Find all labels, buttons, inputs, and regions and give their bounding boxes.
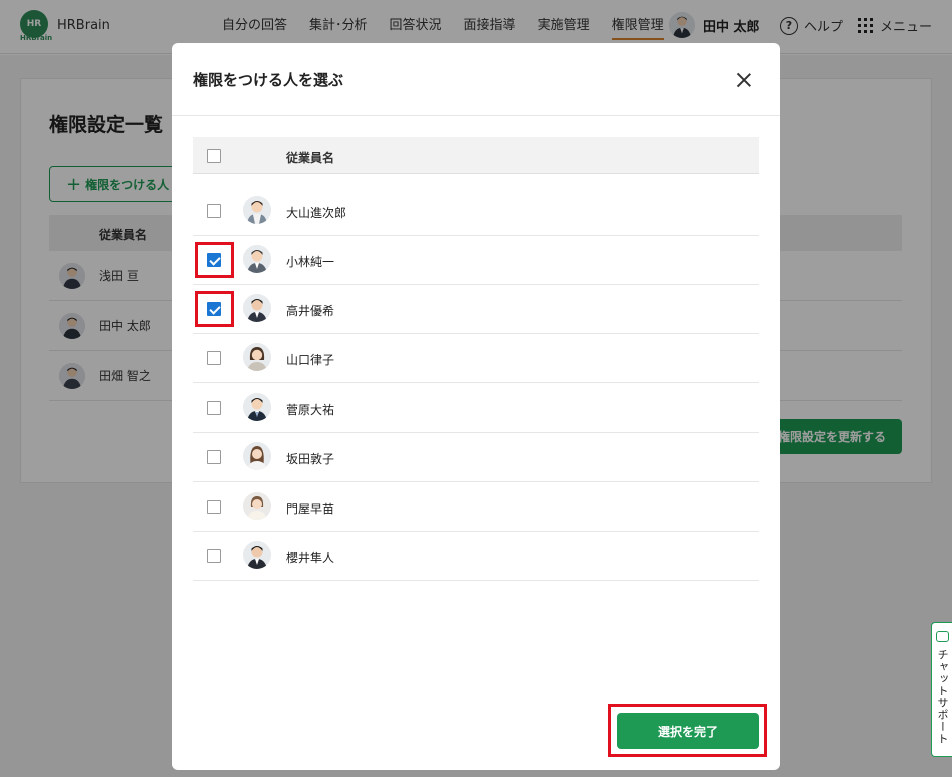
avatar bbox=[243, 196, 271, 224]
employee-name: 菅原大祐 bbox=[286, 403, 335, 417]
avatar bbox=[243, 245, 271, 273]
highlight-checkbox-kobayashi bbox=[195, 242, 234, 278]
select-all-checkbox[interactable] bbox=[207, 149, 221, 163]
list-item[interactable]: 小林純一 bbox=[193, 236, 759, 285]
chat-support-label: チャットサポート bbox=[936, 649, 949, 745]
avatar bbox=[243, 294, 271, 322]
employee-checkbox[interactable] bbox=[207, 204, 221, 218]
highlight-complete-button bbox=[608, 704, 767, 757]
list-item[interactable]: 菅原大祐 bbox=[193, 384, 759, 433]
avatar bbox=[243, 393, 271, 421]
select-permission-users-modal: 権限をつける人を選ぶ 従業員名 大山進次郎 小林純一 高井優希 山口律子 菅原大… bbox=[172, 43, 780, 770]
employee-checkbox[interactable] bbox=[207, 401, 221, 415]
employee-checkbox[interactable] bbox=[207, 450, 221, 464]
avatar bbox=[243, 541, 271, 569]
list-item[interactable]: 櫻井隼人 bbox=[193, 532, 759, 581]
employee-checkbox[interactable] bbox=[207, 549, 221, 563]
list-item[interactable]: 門屋早苗 bbox=[193, 483, 759, 532]
employee-checkbox[interactable] bbox=[207, 500, 221, 514]
modal-header: 権限をつける人を選ぶ bbox=[172, 43, 780, 116]
modal-title: 権限をつける人を選ぶ bbox=[193, 71, 344, 89]
list-item[interactable]: 山口律子 bbox=[193, 334, 759, 383]
avatar bbox=[243, 343, 271, 371]
employee-name: 大山進次郎 bbox=[286, 206, 347, 220]
employee-name: 坂田敦子 bbox=[286, 452, 335, 466]
list-item[interactable]: 大山進次郎 bbox=[193, 187, 759, 236]
chat-support-tab[interactable]: チャットサポート bbox=[931, 622, 952, 757]
employee-name: 小林純一 bbox=[286, 255, 335, 269]
avatar bbox=[243, 492, 271, 520]
list-item[interactable]: 高井優希 bbox=[193, 285, 759, 334]
employee-name: 高井優希 bbox=[286, 304, 335, 318]
employee-name: 門屋早苗 bbox=[286, 502, 335, 516]
list-item[interactable]: 坂田敦子 bbox=[193, 433, 759, 482]
employee-list-header: 従業員名 bbox=[193, 137, 759, 174]
chat-bubble-icon bbox=[936, 631, 949, 642]
highlight-checkbox-takai bbox=[195, 291, 234, 327]
employee-checkbox[interactable] bbox=[207, 351, 221, 365]
close-icon[interactable] bbox=[733, 69, 755, 91]
avatar bbox=[243, 442, 271, 470]
employee-name: 山口律子 bbox=[286, 353, 335, 367]
column-employee-name: 従業員名 bbox=[286, 151, 335, 165]
employee-name: 櫻井隼人 bbox=[286, 551, 335, 565]
